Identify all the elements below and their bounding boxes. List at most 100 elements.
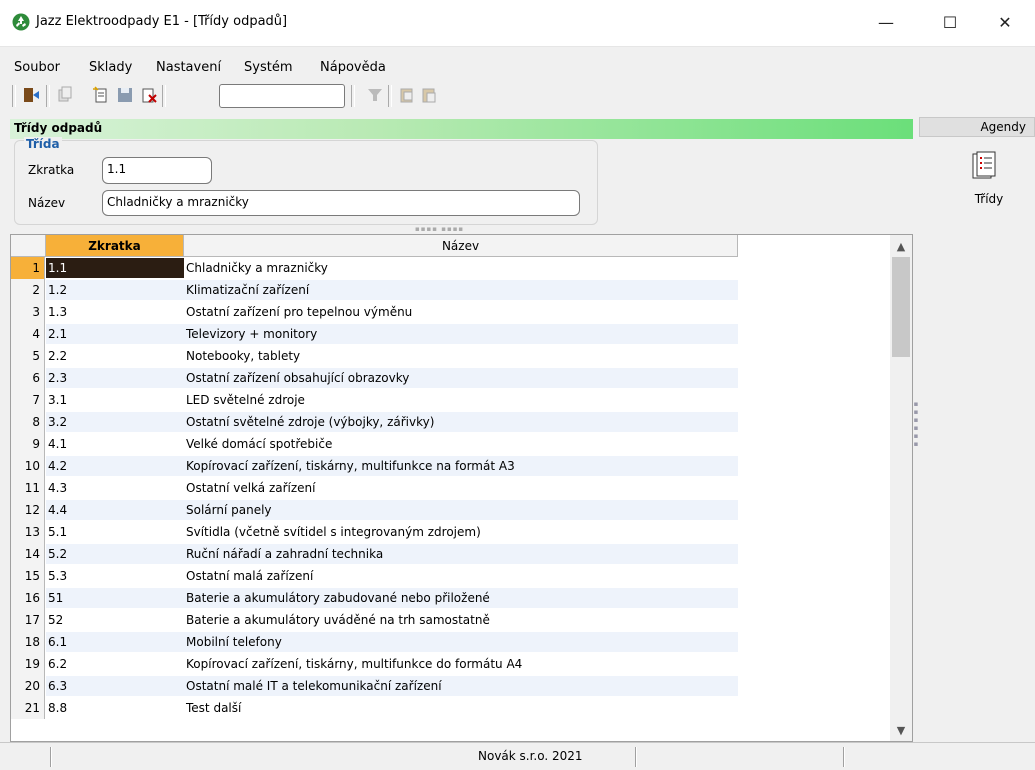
cell-zkratka[interactable]: 4.1 bbox=[46, 434, 184, 454]
zkratka-field[interactable]: 1.1 bbox=[102, 157, 212, 184]
cell-nazev[interactable]: Ostatní zařízení pro tepelnou výměnu bbox=[184, 302, 738, 322]
quick-search-input[interactable] bbox=[219, 84, 345, 108]
cell-nazev[interactable]: Solární panely bbox=[184, 500, 738, 520]
row-number[interactable]: 20 bbox=[11, 675, 45, 697]
menu-napoveda[interactable]: Nápověda bbox=[320, 60, 386, 75]
nazev-field[interactable]: Chladničky a mrazničky bbox=[102, 190, 580, 216]
cell-nazev[interactable]: Svítidla (včetně svítidel s integrovaným… bbox=[184, 522, 738, 542]
table-row[interactable]: 4 2.1 Televizory + monitory bbox=[11, 323, 889, 345]
cell-nazev[interactable]: LED světelné zdroje bbox=[184, 390, 738, 410]
delete-icon[interactable] bbox=[140, 86, 158, 104]
cell-zkratka[interactable]: 2.3 bbox=[46, 368, 184, 388]
row-number[interactable]: 4 bbox=[11, 323, 45, 345]
table-row[interactable]: 5 2.2 Notebooky, tablety bbox=[11, 345, 889, 367]
row-number[interactable]: 6 bbox=[11, 367, 45, 389]
row-number[interactable]: 21 bbox=[11, 697, 45, 719]
row-number[interactable]: 11 bbox=[11, 477, 45, 499]
cell-nazev[interactable]: Ostatní malá zařízení bbox=[184, 566, 738, 586]
cell-zkratka[interactable]: 3.1 bbox=[46, 390, 184, 410]
table-row[interactable]: 8 3.2 Ostatní světelné zdroje (výbojky, zá… bbox=[11, 411, 889, 433]
cell-nazev[interactable]: Ostatní velká zařízení bbox=[184, 478, 738, 498]
table-row[interactable]: 9 4.1 Velké domácí spotřebiče bbox=[11, 433, 889, 455]
cell-zkratka[interactable]: 1.1 bbox=[46, 258, 184, 278]
cell-nazev[interactable]: Chladničky a mrazničky bbox=[184, 258, 738, 278]
table-row[interactable]: 19 6.2 Kopírovací zařízení, tiskárny, mult… bbox=[11, 653, 889, 675]
cell-nazev[interactable]: Baterie a akumulátory zabudované nebo př… bbox=[184, 588, 738, 608]
row-number[interactable]: 18 bbox=[11, 631, 45, 653]
row-number[interactable]: 5 bbox=[11, 345, 45, 367]
cell-nazev[interactable]: Mobilní telefony bbox=[184, 632, 738, 652]
row-number[interactable]: 2 bbox=[11, 279, 45, 301]
row-number[interactable]: 7 bbox=[11, 389, 45, 411]
cell-zkratka[interactable]: 6.3 bbox=[46, 676, 184, 696]
cell-zkratka[interactable]: 2.1 bbox=[46, 324, 184, 344]
table-row[interactable]: 16 51 Baterie a akumulátory zabudované neb… bbox=[11, 587, 889, 609]
filter-icon[interactable] bbox=[366, 86, 384, 104]
cell-zkratka[interactable]: 6.1 bbox=[46, 632, 184, 652]
table-row[interactable]: 14 5.2 Ruční nářadí a zahradní technika bbox=[11, 543, 889, 565]
row-number[interactable]: 10 bbox=[11, 455, 45, 477]
cell-nazev[interactable]: Velké domácí spotřebiče bbox=[184, 434, 738, 454]
paste-icon[interactable] bbox=[420, 86, 438, 104]
vertical-scrollbar[interactable]: ▲ ▼ bbox=[890, 235, 912, 741]
scroll-up-arrow[interactable]: ▲ bbox=[890, 237, 912, 257]
cell-nazev[interactable]: Klimatizační zařízení bbox=[184, 280, 738, 300]
table-row[interactable]: 7 3.1 LED světelné zdroje bbox=[11, 389, 889, 411]
row-number[interactable]: 15 bbox=[11, 565, 45, 587]
cell-zkratka[interactable]: 3.2 bbox=[46, 412, 184, 432]
cell-zkratka[interactable]: 6.2 bbox=[46, 654, 184, 674]
cell-zkratka[interactable]: 2.2 bbox=[46, 346, 184, 366]
row-number[interactable]: 9 bbox=[11, 433, 45, 455]
copy-icon[interactable] bbox=[56, 86, 74, 104]
cell-nazev[interactable]: Ostatní zařízení obsahující obrazovky bbox=[184, 368, 738, 388]
cell-zkratka[interactable]: 5.1 bbox=[46, 522, 184, 542]
table-row[interactable]: 12 4.4 Solární panely bbox=[11, 499, 889, 521]
row-number[interactable]: 13 bbox=[11, 521, 45, 543]
maximize-button[interactable]: ☐ bbox=[920, 0, 980, 46]
menu-soubor[interactable]: Soubor bbox=[14, 60, 60, 75]
row-number[interactable]: 3 bbox=[11, 301, 45, 323]
cell-zkratka[interactable]: 52 bbox=[46, 610, 184, 630]
copy-to-clipboard-icon[interactable] bbox=[398, 86, 416, 104]
row-number[interactable]: 16 bbox=[11, 587, 45, 609]
cell-zkratka[interactable]: 1.2 bbox=[46, 280, 184, 300]
cell-zkratka[interactable]: 8.8 bbox=[46, 698, 184, 718]
cell-nazev[interactable]: Ostatní malé IT a telekomunikační zaříze… bbox=[184, 676, 738, 696]
menu-system[interactable]: Systém bbox=[244, 60, 292, 75]
close-button[interactable]: ✕ bbox=[975, 0, 1035, 46]
horizontal-splitter[interactable]: ▪▪▪▪ ▪▪▪▪ bbox=[415, 226, 505, 233]
document-list-icon[interactable] bbox=[971, 150, 997, 180]
cell-zkratka[interactable]: 5.2 bbox=[46, 544, 184, 564]
row-number[interactable]: 12 bbox=[11, 499, 45, 521]
table-row[interactable]: 15 5.3 Ostatní malá zařízení bbox=[11, 565, 889, 587]
row-number[interactable]: 17 bbox=[11, 609, 45, 631]
table-row[interactable]: 21 8.8 Test další bbox=[11, 697, 889, 719]
table-row[interactable]: 18 6.1 Mobilní telefony bbox=[11, 631, 889, 653]
row-number[interactable]: 19 bbox=[11, 653, 45, 675]
row-number[interactable]: 8 bbox=[11, 411, 45, 433]
cell-nazev[interactable]: Televizory + monitory bbox=[184, 324, 738, 344]
table-row[interactable]: 6 2.3 Ostatní zařízení obsahující obrazovk… bbox=[11, 367, 889, 389]
menu-sklady[interactable]: Sklady bbox=[89, 60, 132, 75]
table-row[interactable]: 2 1.2 Klimatizační zařízení bbox=[11, 279, 889, 301]
cell-nazev[interactable]: Ostatní světelné zdroje (výbojky, zářivk… bbox=[184, 412, 738, 432]
cell-nazev[interactable]: Ruční nářadí a zahradní technika bbox=[184, 544, 738, 564]
column-header-zkratka[interactable]: Zkratka bbox=[46, 235, 184, 257]
minimize-button[interactable]: — bbox=[856, 0, 916, 46]
scrollbar-thumb[interactable] bbox=[892, 257, 910, 357]
menu-nastaveni[interactable]: Nastavení bbox=[156, 60, 221, 75]
cell-zkratka[interactable]: 5.3 bbox=[46, 566, 184, 586]
table-row[interactable]: 10 4.2 Kopírovací zařízení, tiskárny, mult… bbox=[11, 455, 889, 477]
agendy-item-tridy[interactable]: Třídy bbox=[959, 192, 1019, 206]
scroll-down-arrow[interactable]: ▼ bbox=[890, 721, 912, 741]
column-header-nazev[interactable]: Název bbox=[184, 235, 738, 257]
cell-zkratka[interactable]: 4.2 bbox=[46, 456, 184, 476]
cell-nazev[interactable]: Baterie a akumulátory uváděné na trh sam… bbox=[184, 610, 738, 630]
cell-nazev[interactable]: Notebooky, tablety bbox=[184, 346, 738, 366]
cell-nazev[interactable]: Kopírovací zařízení, tiskárny, multifunk… bbox=[184, 654, 738, 674]
cell-zkratka[interactable]: 51 bbox=[46, 588, 184, 608]
table-row[interactable]: 1 1.1 Chladničky a mrazničky bbox=[11, 257, 889, 279]
cell-zkratka[interactable]: 1.3 bbox=[46, 302, 184, 322]
cell-zkratka[interactable]: 4.3 bbox=[46, 478, 184, 498]
cell-nazev[interactable]: Kopírovací zařízení, tiskárny, multifunk… bbox=[184, 456, 738, 476]
